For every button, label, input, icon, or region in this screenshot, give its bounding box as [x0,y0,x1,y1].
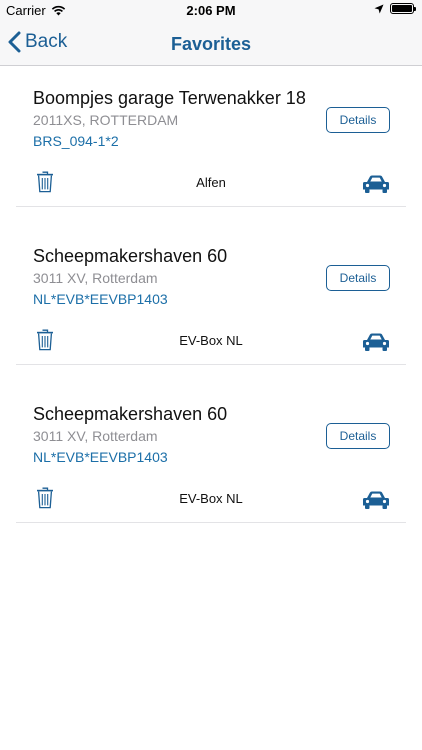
battery-icon [390,3,416,14]
details-button[interactable]: Details [326,423,390,449]
favorite-item: Scheepmakershaven 60 3011 XV, Rotterdam … [16,382,406,523]
favorite-item: Scheepmakershaven 60 3011 XV, Rotterdam … [16,224,406,365]
charger-code: NL*EVB*EEVBP1403 [33,291,168,307]
status-time: 2:06 PM [186,3,236,18]
location-address: 2011XS, ROTTERDAM [33,112,179,128]
status-right [374,3,416,14]
page-title: Favorites [170,34,252,54]
nav-bar: Back Favorites [0,22,422,66]
car-icon[interactable] [362,332,390,352]
favorites-list: Boompjes garage Terwenakker 18 2011XS, R… [0,66,422,523]
operator-name: Alfen [196,175,226,190]
battery-level [392,5,412,12]
location-arrow-icon [374,4,384,13]
status-bar: Carrier 2:06 PM [0,0,422,22]
location-title: Scheepmakershaven 60 [33,246,228,266]
details-button[interactable]: Details [326,265,390,291]
operator-name: EV-Box NL [179,333,243,348]
location-title: Boompjes garage Terwenakker 18 [33,88,306,108]
location-title: Scheepmakershaven 60 [33,404,228,424]
car-icon[interactable] [362,174,390,194]
charger-code: BRS_094-1*2 [33,133,119,149]
favorite-item: Boompjes garage Terwenakker 18 2011XS, R… [16,66,406,207]
details-button[interactable]: Details [326,107,390,133]
car-icon[interactable] [362,490,390,510]
location-address: 3011 XV, Rotterdam [33,428,158,444]
operator-name: EV-Box NL [179,491,243,506]
charger-code: NL*EVB*EEVBP1403 [33,449,168,465]
location-address: 3011 XV, Rotterdam [33,270,158,286]
